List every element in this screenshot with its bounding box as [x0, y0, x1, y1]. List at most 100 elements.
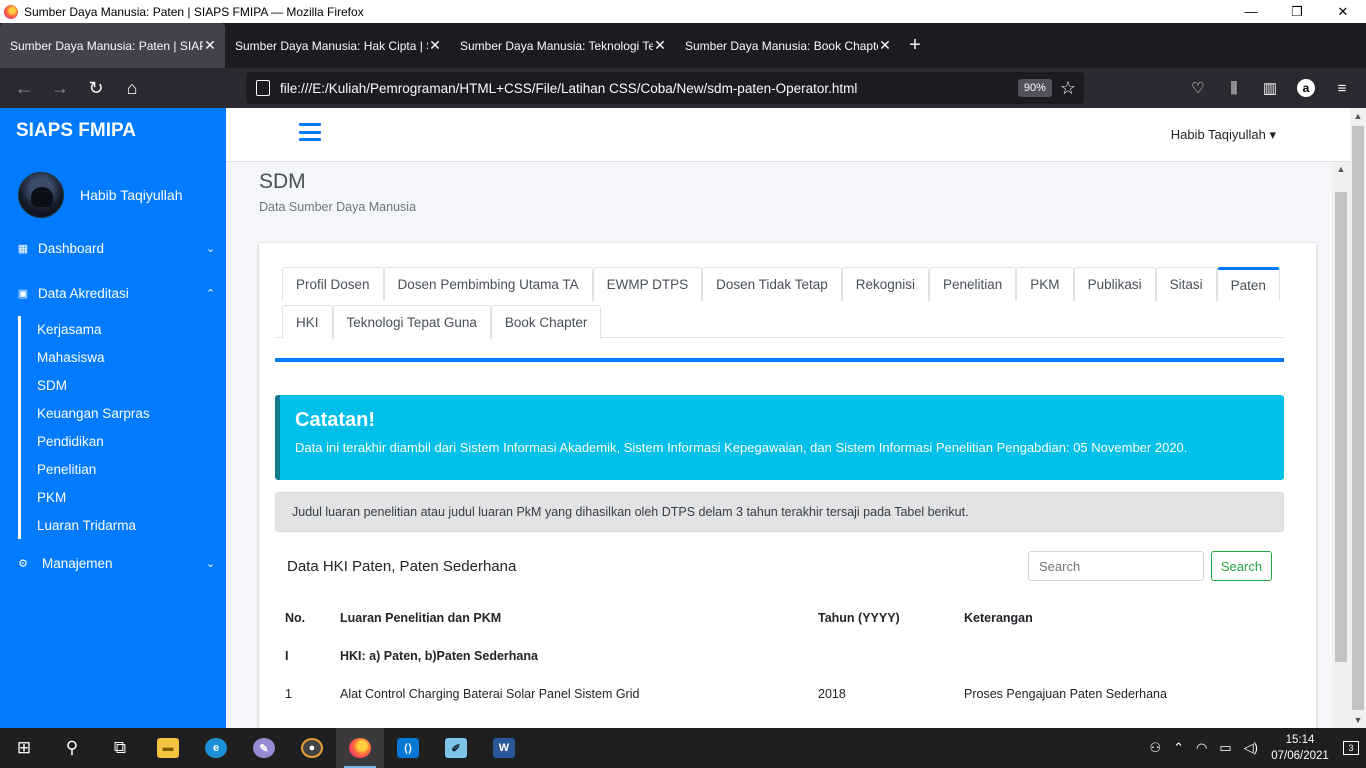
data-table: No. Luaran Penelitian dan PKM Tahun (YYY…: [275, 599, 1284, 713]
scrollbar-thumb[interactable]: [1335, 192, 1347, 662]
tab-profil-dosen[interactable]: Profil Dosen: [282, 267, 384, 301]
header-user-dropdown[interactable]: Habib Taqiyullah ▾: [1171, 127, 1276, 143]
new-tab-plus-icon[interactable]: +: [900, 23, 930, 68]
browser-tab-book-chapter[interactable]: Sumber Daya Manusia: Book Chapte ✕: [675, 23, 900, 68]
scroll-up-arrow-icon[interactable]: ▲: [1332, 164, 1350, 174]
scrollbar-thumb[interactable]: [1352, 126, 1364, 710]
search-input[interactable]: [1028, 551, 1204, 581]
page-scrollbar[interactable]: ▲ ▼: [1350, 108, 1366, 728]
content-tabs: Profil Dosen Dosen Pembimbing Utama TA E…: [275, 259, 1284, 339]
sidebar-subitem-pkm[interactable]: PKM: [21, 483, 218, 511]
vscode-icon[interactable]: ⟨⟩: [384, 728, 432, 768]
tab-paten[interactable]: Paten: [1216, 267, 1280, 301]
tab-pkm[interactable]: PKM: [1016, 267, 1074, 301]
divider: [275, 358, 1284, 362]
sidebar-user-name: Habib Taqiyullah: [80, 187, 183, 203]
media-player-icon[interactable]: ●: [288, 728, 336, 768]
minimize-button[interactable]: —: [1228, 0, 1274, 23]
windows-taskbar: ⊞ ⚲ ⧉ ▬ e ✎ ● ⟨⟩ ✐ W ⚇ ⌃ ◠ ▭ ◁) 15:14 07…: [0, 728, 1366, 768]
tab-ewmp-dtps[interactable]: EWMP DTPS: [592, 267, 703, 301]
notepad-icon[interactable]: ✐: [432, 728, 480, 768]
sidebar-subitem-luaran-tridarma[interactable]: Luaran Tridarma: [21, 511, 218, 539]
url-bar[interactable]: file:///E:/Kuliah/Pemrograman/HTML+CSS/F…: [246, 72, 1084, 104]
tab-sitasi[interactable]: Sitasi: [1155, 267, 1217, 301]
user-panel[interactable]: Habib Taqiyullah: [18, 172, 182, 218]
browser-tab-label: Sumber Daya Manusia: Paten | SIAPS: [10, 38, 203, 53]
people-icon[interactable]: ⚇: [1149, 740, 1161, 756]
amazon-extension-icon[interactable]: a: [1297, 79, 1315, 97]
tab-hki[interactable]: HKI: [282, 305, 333, 339]
home-icon[interactable]: ⌂: [114, 72, 150, 104]
close-tab-icon[interactable]: ✕: [203, 37, 217, 54]
content-scrollbar[interactable]: ▲: [1332, 162, 1350, 728]
sidebar-subitem-keuangan-sarpras[interactable]: Keuangan Sarpras: [21, 400, 218, 428]
file-explorer-icon[interactable]: ▬: [144, 728, 192, 768]
sidebar-subitem-penelitian[interactable]: Penelitian: [21, 455, 218, 483]
search-icon[interactable]: ⚲: [48, 728, 96, 768]
forward-arrow-icon[interactable]: →: [42, 72, 78, 104]
sidebar-item-dashboard[interactable]: ▦ Dashboard ⌄: [0, 236, 226, 260]
info-alert: Judul luaran penelitian atau judul luara…: [275, 492, 1284, 532]
chevron-up-icon[interactable]: ⌃: [1173, 740, 1184, 756]
close-tab-icon[interactable]: ✕: [878, 37, 892, 54]
browser-tab-paten[interactable]: Sumber Daya Manusia: Paten | SIAPS ✕: [0, 23, 225, 68]
tab-penelitian[interactable]: Penelitian: [929, 267, 1017, 301]
scroll-down-arrow-icon[interactable]: ▼: [1350, 715, 1366, 725]
page-file-icon: [256, 80, 270, 96]
browser-tab-teknologi[interactable]: Sumber Daya Manusia: Teknologi Te ✕: [450, 23, 675, 68]
sidebar-subitem-sdm[interactable]: SDM: [21, 372, 218, 400]
tab-dosen-pembimbing[interactable]: Dosen Pembimbing Utama TA: [383, 267, 593, 301]
callout-info: Catatan! Data ini terakhir diambil dari …: [275, 395, 1284, 480]
content-wrapper: SDM Data Sumber Daya Manusia Profil Dose…: [226, 162, 1332, 728]
windows-start-icon[interactable]: ⊞: [0, 728, 48, 768]
table-section-row: I HKI: a) Paten, b)Paten Sederhana: [275, 637, 1284, 675]
sidebar-toggle-icon[interactable]: ▥: [1252, 72, 1288, 104]
tab-book-chapter[interactable]: Book Chapter: [490, 305, 602, 339]
restore-button[interactable]: ❐: [1274, 0, 1320, 23]
volume-icon[interactable]: ◁): [1244, 740, 1258, 756]
app-menu-icon[interactable]: ≡: [1324, 72, 1360, 104]
notification-center-icon[interactable]: 3: [1336, 728, 1366, 768]
tab-teknologi-tepat-guna[interactable]: Teknologi Tepat Guna: [332, 305, 491, 339]
edge-icon[interactable]: e: [192, 728, 240, 768]
hamburger-menu-icon[interactable]: [299, 123, 321, 141]
gear-icon: ⚙: [18, 557, 28, 570]
sidebar-item-manajemen[interactable]: ⚙ Manajemen ⌄: [0, 551, 226, 575]
sidebar-item-data-akreditasi[interactable]: ▣ Data Akreditasi ⌃: [0, 281, 226, 305]
callout-text: Data ini terakhir diambil dari Sistem In…: [295, 440, 1188, 455]
pocket-icon[interactable]: ♡: [1180, 72, 1216, 104]
brand-logo[interactable]: SIAPS FMIPA: [16, 120, 136, 142]
close-tab-icon[interactable]: ✕: [653, 37, 667, 54]
sidebar-subitem-kerjasama[interactable]: Kerjasama: [21, 316, 218, 344]
window-titlebar: Sumber Daya Manusia: Paten | SIAPS FMIPA…: [0, 0, 1366, 23]
scroll-up-arrow-icon[interactable]: ▲: [1350, 111, 1366, 121]
search-button[interactable]: Search: [1211, 551, 1272, 581]
tab-rekognisi[interactable]: Rekognisi: [841, 267, 929, 301]
table-header-row: No. Luaran Penelitian dan PKM Tahun (YYY…: [275, 599, 1284, 637]
wifi-icon[interactable]: ◠: [1196, 740, 1207, 756]
paint-icon[interactable]: ✎: [240, 728, 288, 768]
word-icon[interactable]: W: [480, 728, 528, 768]
back-arrow-icon[interactable]: ←: [6, 72, 42, 104]
bookmark-star-icon[interactable]: ☆: [1060, 78, 1076, 99]
tab-publikasi[interactable]: Publikasi: [1073, 267, 1156, 301]
sidebar-subitem-mahasiswa[interactable]: Mahasiswa: [21, 344, 218, 372]
zoom-level-badge[interactable]: 90%: [1017, 79, 1052, 97]
browser-tab-strip: Sumber Daya Manusia: Paten | SIAPS ✕ Sum…: [0, 23, 1366, 68]
tab-dosen-tidak-tetap[interactable]: Dosen Tidak Tetap: [702, 267, 842, 301]
firefox-taskbar-icon[interactable]: [336, 728, 384, 768]
battery-icon[interactable]: ▭: [1219, 740, 1231, 756]
reload-icon[interactable]: ↻: [78, 72, 114, 104]
page-title: SDM: [259, 170, 306, 193]
close-tab-icon[interactable]: ✕: [428, 37, 442, 54]
notification-count: 3: [1343, 741, 1359, 755]
url-text[interactable]: file:///E:/Kuliah/Pemrograman/HTML+CSS/F…: [280, 81, 1018, 96]
task-view-icon[interactable]: ⧉: [96, 728, 144, 768]
sidebar-subitem-pendidikan[interactable]: Pendidikan: [21, 428, 218, 456]
library-icon[interactable]: ⫼: [1216, 72, 1252, 104]
col-no: No.: [285, 611, 306, 625]
clock[interactable]: 15:14 07/06/2021: [1264, 732, 1336, 764]
callout-title: Catatan!: [295, 409, 376, 431]
browser-tab-hak-cipta[interactable]: Sumber Daya Manusia: Hak Cipta | S ✕: [225, 23, 450, 68]
close-window-button[interactable]: ✕: [1320, 0, 1366, 23]
